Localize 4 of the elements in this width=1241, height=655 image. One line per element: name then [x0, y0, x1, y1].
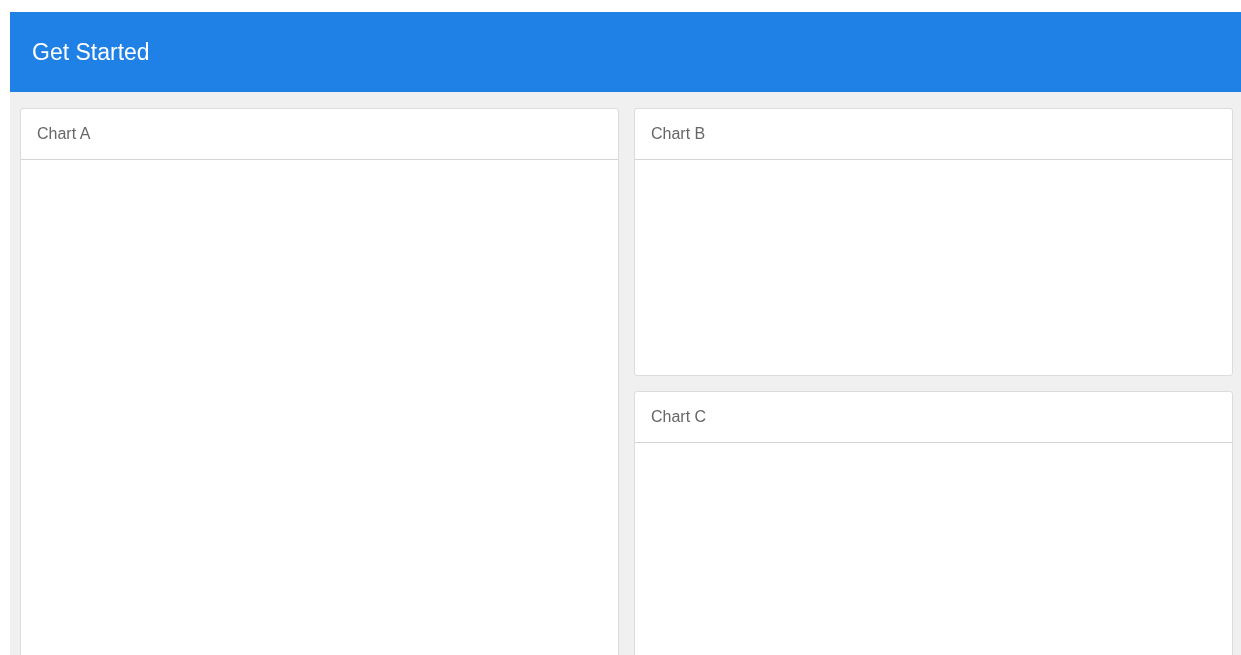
- header-title: Get Started: [32, 37, 150, 67]
- card-title: Chart C: [651, 407, 707, 427]
- card-title: Chart A: [37, 124, 91, 144]
- card-title: Chart B: [651, 124, 706, 144]
